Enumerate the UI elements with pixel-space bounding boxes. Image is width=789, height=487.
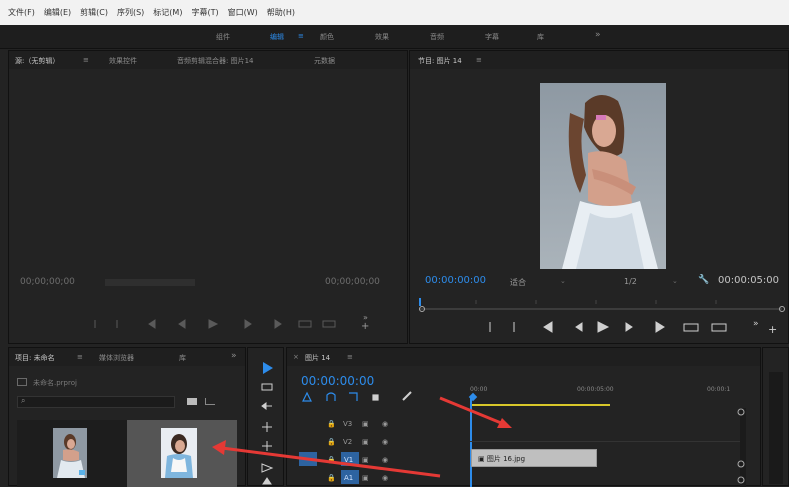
annotation-arrows	[212, 396, 512, 478]
arrow-to-project	[221, 446, 441, 478]
arrow-to-timeline	[439, 396, 507, 427]
